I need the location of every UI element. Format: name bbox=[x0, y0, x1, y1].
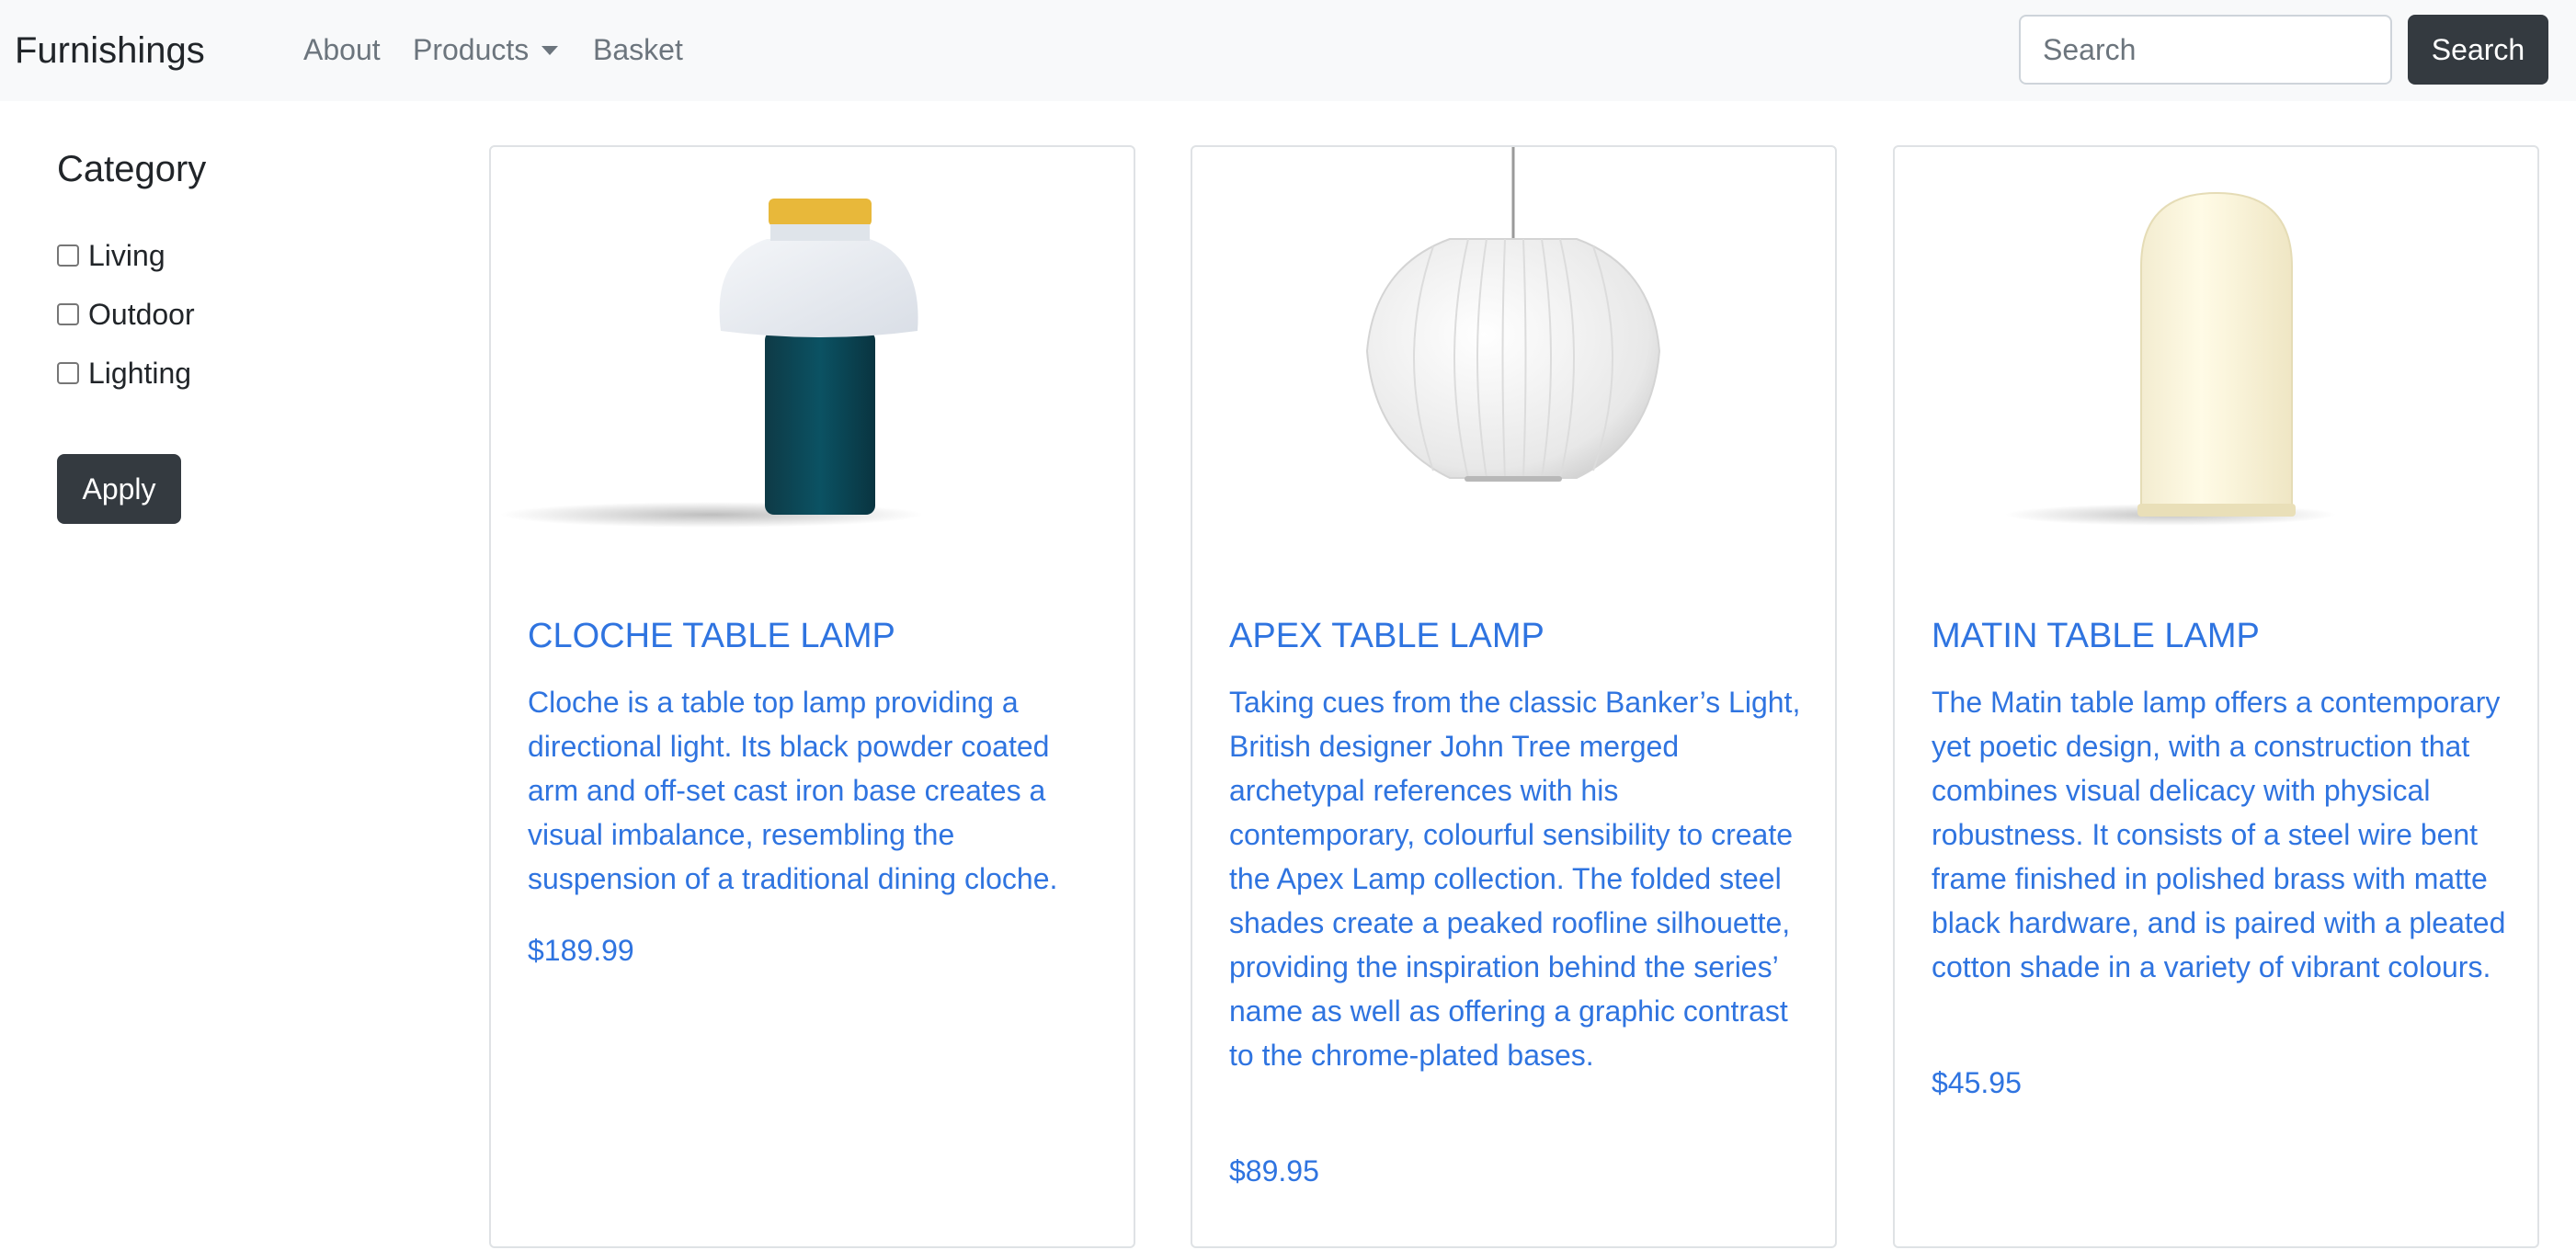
category-label: Lighting bbox=[88, 357, 192, 390]
product-price: $45.95 bbox=[1932, 1066, 2022, 1099]
nav-link-products[interactable]: Products bbox=[413, 29, 559, 70]
living-checkbox[interactable] bbox=[57, 244, 79, 267]
matin-lamp-image[interactable] bbox=[1895, 147, 2537, 551]
product-title[interactable]: CLOCHE TABLE LAMP bbox=[528, 614, 1107, 658]
category-item-lighting[interactable]: Lighting bbox=[57, 355, 191, 392]
search-input[interactable] bbox=[2019, 15, 2392, 85]
chevron-down-icon bbox=[541, 45, 559, 55]
category-item-outdoor[interactable]: Outdoor bbox=[57, 296, 195, 333]
product-price: $189.99 bbox=[528, 934, 634, 967]
navbar: Furnishings About Products Basket Search bbox=[0, 0, 2576, 101]
product-price: $89.95 bbox=[1229, 1154, 1319, 1188]
nav-link-about[interactable]: About bbox=[303, 29, 381, 70]
category-heading: Category bbox=[57, 149, 207, 189]
category-label: Living bbox=[88, 239, 165, 272]
product-card: CLOCHE TABLE LAMP Cloche is a table top … bbox=[489, 145, 1135, 1248]
search-button[interactable]: Search bbox=[2408, 15, 2548, 85]
brand-logo[interactable]: Furnishings bbox=[15, 28, 205, 74]
product-title[interactable]: APEX TABLE LAMP bbox=[1229, 614, 1808, 658]
product-card: MATIN TABLE LAMP The Matin table lamp of… bbox=[1893, 145, 2539, 1248]
product-description: The Matin table lamp offers a contempora… bbox=[1932, 686, 2506, 983]
lighting-checkbox[interactable] bbox=[57, 362, 79, 384]
product-title[interactable]: MATIN TABLE LAMP bbox=[1932, 614, 2511, 658]
product-description: Cloche is a table top lamp providing a d… bbox=[528, 686, 1058, 895]
outdoor-checkbox[interactable] bbox=[57, 303, 79, 325]
cloche-lamp-image[interactable] bbox=[491, 147, 1134, 551]
product-card: APEX TABLE LAMP Taking cues from the cla… bbox=[1191, 145, 1837, 1248]
nav-link-products-label: Products bbox=[413, 33, 530, 66]
apply-button[interactable]: Apply bbox=[57, 454, 181, 524]
category-item-living[interactable]: Living bbox=[57, 237, 165, 274]
category-label: Outdoor bbox=[88, 298, 195, 331]
apex-lamp-image[interactable] bbox=[1192, 147, 1835, 551]
nav-link-basket[interactable]: Basket bbox=[593, 29, 683, 70]
product-description: Taking cues from the classic Banker’s Li… bbox=[1229, 686, 1801, 1072]
